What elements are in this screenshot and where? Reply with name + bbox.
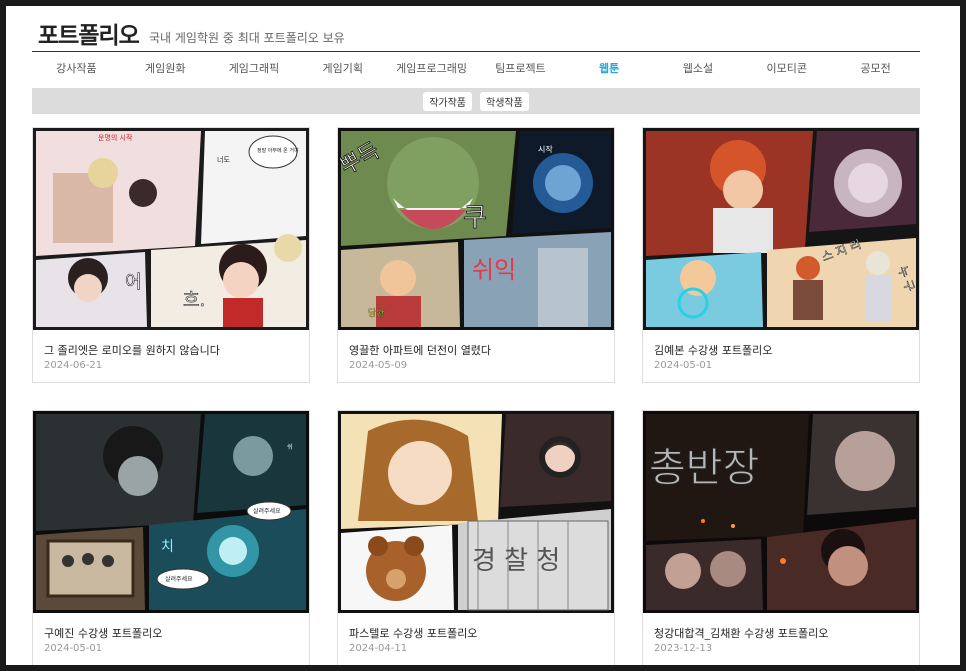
page-frame: 포트폴리오 국내 게임학원 중 최대 포트폴리오 보유 강사작품 게임원화 게임…	[6, 6, 960, 665]
card-thumbnail[interactable]: 총반장	[643, 411, 919, 613]
portfolio-card[interactable]: 살려주세요 살려주세요 치 쉬 구예진 수강생 포트폴리오 2024-05-01	[32, 410, 310, 665]
nav-item-game-graphics[interactable]: 게임그래픽	[210, 52, 299, 86]
bubble-text: 치	[161, 539, 174, 555]
card-thumbnail[interactable]: 운명의 시작 정말 아무에 온 거야 너도 어 흐.	[33, 128, 309, 330]
bubble-text: 경 찰 청	[472, 546, 560, 576]
card-thumbnail[interactable]: 경 찰 청	[338, 411, 614, 613]
portfolio-card[interactable]: 스 지 리 누 구 김예본 수강생 포트폴리오 2024-05-01	[642, 127, 920, 383]
nav-item-web-novel[interactable]: 웹소설	[654, 52, 743, 86]
bubble-text: 쉬	[287, 443, 293, 451]
card-title[interactable]: 그 졸리엣은 로미오를 원하지 않습니다	[44, 342, 220, 358]
page-title: 포트폴리오	[38, 23, 140, 49]
bubble-text: 살려주세요	[165, 575, 193, 583]
card-date: 2024-05-01	[654, 360, 713, 371]
card-date: 2024-04-11	[349, 643, 408, 654]
bubble-text: 운명의 시작	[98, 133, 133, 142]
bubble-text: 정말 아무에 온 거야	[257, 147, 299, 154]
portfolio-card[interactable]: 뿌득 시작 쿠 쉬익 당황 영끌한 아파트에 던전이 열렸다 2024-05-0…	[337, 127, 615, 383]
subnav-student-works[interactable]: 학생작품	[480, 91, 529, 111]
portfolio-card[interactable]: 경 찰 청 파스텔로 수강생 포트폴리오 2024-04-11	[337, 410, 615, 665]
card-title[interactable]: 김예본 수강생 포트폴리오	[654, 342, 772, 358]
bubble-text: 쉬익	[472, 256, 516, 284]
portfolio-card[interactable]: 운명의 시작 정말 아무에 온 거야 너도 어 흐. 그 졸리엣은 로미오를 원…	[32, 127, 310, 383]
page-subtitle: 국내 게임학원 중 최대 포트폴리오 보유	[149, 31, 345, 45]
nav-item-team-project[interactable]: 팀프로젝트	[476, 52, 565, 86]
webtoon-panel-image: 스 지 리 누 구	[643, 128, 919, 330]
bubble-text: 시작	[538, 144, 553, 154]
card-title[interactable]: 영끌한 아파트에 던전이 열렸다	[349, 342, 491, 358]
category-nav: 강사작품 게임원화 게임그래픽 게임기획 게임프로그래밍 팀프로젝트 웹툰 웹소…	[32, 52, 920, 86]
card-title[interactable]: 구예진 수강생 포트폴리오	[44, 625, 162, 641]
portfolio-card[interactable]: 총반장 청강대합격_김채환 수강생 포트폴리오 2023-12-13	[642, 410, 920, 665]
nav-item-game-programming[interactable]: 게임프로그래밍	[387, 52, 476, 86]
sub-category-bar: 작가작품 학생작품	[32, 88, 920, 114]
card-date: 2024-06-21	[44, 360, 103, 371]
webtoon-panel-image: 운명의 시작 정말 아무에 온 거야 너도 어 흐.	[33, 128, 309, 330]
card-date: 2024-05-09	[349, 360, 408, 371]
page-header: 포트폴리오 국내 게임학원 중 최대 포트폴리오 보유	[32, 14, 920, 52]
webtoon-panel-image: 경 찰 청	[338, 411, 614, 613]
bubble-text: 너도	[217, 155, 230, 164]
nav-item-game-design[interactable]: 게임기획	[298, 52, 387, 86]
bubble-text: 총반장	[649, 445, 759, 491]
bubble-text: 당황	[368, 308, 385, 319]
card-thumbnail[interactable]: 스 지 리 누 구	[643, 128, 919, 330]
bubble-text: 흐.	[183, 290, 205, 311]
webtoon-panel-image: 총반장	[643, 411, 919, 613]
nav-item-webtoon[interactable]: 웹툰	[565, 52, 654, 86]
bubble-text: 쿠	[463, 203, 487, 233]
card-thumbnail[interactable]: 뿌득 시작 쿠 쉬익 당황	[338, 128, 614, 330]
card-date: 2023-12-13	[654, 643, 713, 654]
webtoon-panel-image: 살려주세요 살려주세요 치 쉬	[33, 411, 309, 613]
card-date: 2024-05-01	[44, 643, 103, 654]
bubble-text: 어	[125, 272, 142, 293]
card-title[interactable]: 파스텔로 수강생 포트폴리오	[349, 625, 477, 641]
card-thumbnail[interactable]: 살려주세요 살려주세요 치 쉬	[33, 411, 309, 613]
nav-item-contest[interactable]: 공모전	[831, 52, 920, 86]
bubble-text: 살려주세요	[253, 507, 281, 515]
card-title[interactable]: 청강대합격_김채환 수강생 포트폴리오	[654, 625, 828, 641]
nav-item-emoticon[interactable]: 이모티콘	[742, 52, 831, 86]
webtoon-panel-image: 뿌득 시작 쿠 쉬익 당황	[338, 128, 614, 330]
nav-item-instructor-works[interactable]: 강사작품	[32, 52, 121, 86]
nav-item-game-concept-art[interactable]: 게임원화	[121, 52, 210, 86]
subnav-author-works[interactable]: 작가작품	[423, 91, 472, 111]
